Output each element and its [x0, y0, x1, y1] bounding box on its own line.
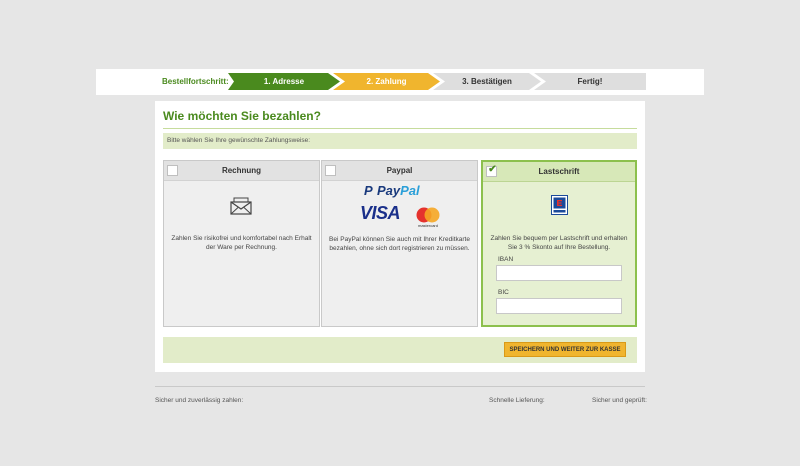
payment-option-title: Rechnung: [221, 166, 262, 175]
paypal-logo-pal: Pal: [400, 183, 420, 198]
progress-step-confirm: 3. Bestätigen: [433, 73, 541, 90]
mastercard-logo: mastercard: [416, 207, 440, 228]
envelope-icon: [230, 197, 252, 215]
footer-secure-pay: Sicher und zuverlässig zahlen:: [155, 397, 244, 404]
progress-label: Bestellfortschritt:: [162, 77, 229, 86]
footer-fast-delivery: Schnelle Lieferung:: [489, 397, 545, 404]
payment-option-title: Lastschrift: [538, 167, 580, 176]
visa-logo: VISA: [360, 203, 401, 223]
order-progress-bar: Bestellfortschritt: 1. Adresse 2. Zahlun…: [96, 69, 704, 95]
payment-option-description: Bei PayPal können Sie auch mit Ihrer Kre…: [329, 236, 470, 252]
paypal-p-icon: P: [364, 183, 373, 198]
ec-logo-icon: [551, 195, 568, 215]
page-title: Wie möchten Sie bezahlen?: [163, 109, 321, 123]
payment-option-title: Paypal: [386, 166, 413, 175]
title-divider: [163, 128, 637, 129]
payment-option-lastschrift[interactable]: ✔ Lastschrift Zahlen Sie bequem per Last…: [481, 160, 637, 327]
progress-steps: 1. Adresse 2. Zahlung 3. Bestätigen Fert…: [228, 73, 646, 90]
mastercard-logo-text: mastercard: [418, 223, 438, 228]
footer-secure-checked: Sicher und geprüft:: [592, 397, 647, 404]
bic-label: BIC: [498, 289, 509, 296]
payment-notice: Bitte wählen Sie Ihre gewünschte Zahlung…: [163, 133, 637, 149]
payment-panel: Wie möchten Sie bezahlen? Bitte wählen S…: [155, 101, 645, 372]
iban-input[interactable]: [496, 265, 622, 281]
payment-option-header: Paypal: [322, 161, 477, 181]
footer-divider: [155, 386, 645, 387]
payment-option-header: ✔ Lastschrift: [483, 162, 635, 182]
paypal-logo: P PayPal: [364, 183, 420, 198]
progress-step-address[interactable]: 1. Adresse: [228, 73, 340, 90]
payment-option-description: Zahlen Sie bequem per Lastschrift und er…: [490, 235, 628, 251]
payment-option-rechnung[interactable]: Rechnung Zahlen Sie risikofrei und komfo…: [163, 160, 320, 327]
iban-label: IBAN: [498, 256, 514, 263]
paypal-logo-pay: Pay: [377, 183, 401, 198]
progress-step-done: Fertig!: [534, 73, 646, 90]
progress-step-payment: 2. Zahlung: [333, 73, 440, 90]
action-bar: SPEICHERN UND WEITER ZUR KASSE: [163, 337, 637, 363]
payment-option-description: Zahlen Sie risikofrei und komfortabel na…: [171, 235, 312, 251]
bic-input[interactable]: [496, 298, 622, 314]
payment-option-paypal[interactable]: Paypal P PayPal VISA mastercard Bei PayPa…: [321, 160, 478, 327]
save-and-continue-button[interactable]: SPEICHERN UND WEITER ZUR KASSE: [504, 342, 626, 357]
payment-option-header: Rechnung: [164, 161, 319, 181]
